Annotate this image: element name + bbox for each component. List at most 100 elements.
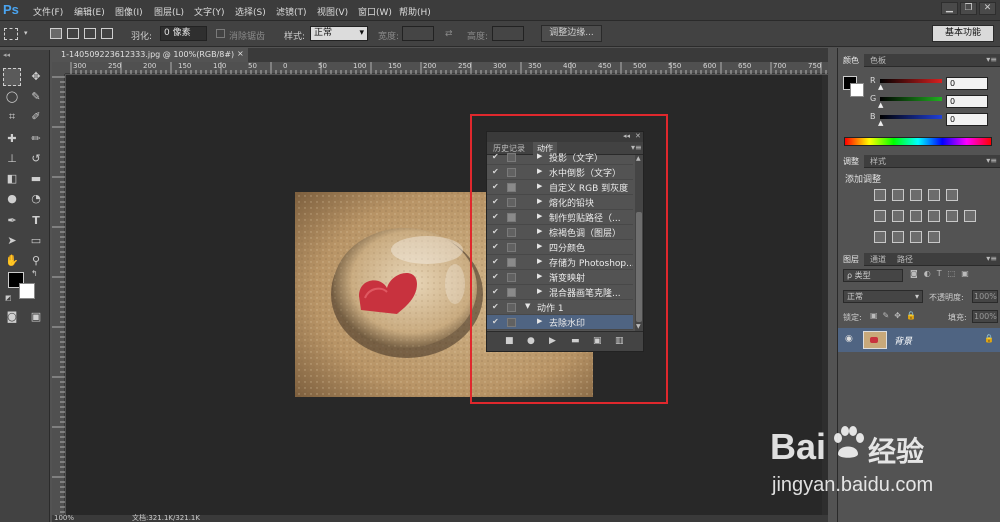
menu-item-0[interactable]: 文件(F) xyxy=(33,5,63,18)
gradient-map-adjustment-icon[interactable] xyxy=(928,231,940,243)
vibrance-adjustment-icon[interactable] xyxy=(946,189,958,201)
tab-close-icon[interactable]: × xyxy=(237,49,244,58)
horizontal-ruler[interactable]: 300 250 200 150 100 50 0 50 100 150 200 250 300 350 40… xyxy=(65,62,828,74)
exposure-adjustment-icon[interactable] xyxy=(928,189,940,201)
vertical-ruler[interactable] xyxy=(52,74,65,518)
panel-tab-0[interactable]: 颜色 xyxy=(838,54,864,67)
panel-tab-2[interactable]: 路径 xyxy=(892,253,918,266)
brightness-adjustment-icon[interactable] xyxy=(874,189,886,201)
antialias-checkbox[interactable] xyxy=(216,29,225,38)
channel-value-input[interactable]: 0 xyxy=(946,113,988,126)
menu-item-8[interactable]: 窗口(W) xyxy=(358,5,392,18)
add-selection-icon[interactable] xyxy=(67,28,79,39)
dodge-tool-icon[interactable]: ◔ xyxy=(27,190,45,208)
curves-adjustment-icon[interactable] xyxy=(910,189,922,201)
background-color-swatch[interactable] xyxy=(19,283,35,299)
eyedropper-icon[interactable]: ✐ xyxy=(27,108,45,126)
menu-item-6[interactable]: 滤镜(T) xyxy=(276,5,307,18)
new-selection-icon[interactable] xyxy=(50,28,62,39)
healing-brush-icon[interactable]: ✚ xyxy=(3,130,21,148)
channel-slider[interactable] xyxy=(880,79,942,83)
width-input[interactable] xyxy=(402,26,434,41)
zoom-tool-icon[interactable]: ⚲ xyxy=(27,252,45,270)
photo-filter-adjustment-icon[interactable] xyxy=(928,210,940,222)
minimize-button[interactable]: ▁ xyxy=(941,2,958,15)
threshold-adjustment-icon[interactable] xyxy=(910,231,922,243)
levels-adjustment-icon[interactable] xyxy=(892,189,904,201)
close-button[interactable]: ✕ xyxy=(979,2,996,15)
posterize-adjustment-icon[interactable] xyxy=(892,231,904,243)
collapse-icon[interactable]: ◂◂ xyxy=(3,51,10,59)
slider-handle-icon[interactable]: ▲ xyxy=(878,119,883,127)
workspace-button[interactable]: 基本功能 xyxy=(932,25,994,42)
panel-tab-0[interactable]: 图层 xyxy=(838,253,864,266)
ruler-origin[interactable] xyxy=(52,62,65,74)
gradient-tool-icon[interactable]: ▬ xyxy=(27,170,45,188)
color-background-swatch[interactable] xyxy=(850,83,864,97)
menu-item-2[interactable]: 图像(I) xyxy=(115,5,143,18)
marquee-preset-icon[interactable] xyxy=(4,28,18,40)
refine-edge-button[interactable]: 调整边缘... xyxy=(541,25,602,42)
blend-mode-select[interactable]: 正常 ▾ xyxy=(843,290,923,303)
slider-handle-icon[interactable]: ▲ xyxy=(878,101,883,109)
menu-item-9[interactable]: 帮助(H) xyxy=(399,5,431,18)
history-brush-icon[interactable]: ↺ xyxy=(27,150,45,168)
layer-filter-icons[interactable]: ◙◐T⬚▣ xyxy=(910,269,975,278)
rectangle-tool-icon[interactable]: ▭ xyxy=(27,232,45,250)
style-select[interactable]: 正常 ▾ xyxy=(310,26,368,41)
intersect-selection-icon[interactable] xyxy=(101,28,113,39)
channel-slider[interactable] xyxy=(880,97,942,101)
quick-mask-icon[interactable]: ◙ xyxy=(3,308,21,326)
type-tool-icon[interactable]: T xyxy=(27,212,45,230)
layer-filter-select[interactable]: ρ 类型 xyxy=(843,269,903,282)
hue-adjustment-icon[interactable] xyxy=(874,210,886,222)
swap-colors-icon[interactable]: ↰ xyxy=(31,269,38,278)
panel-tab-0[interactable]: 调整 xyxy=(838,155,864,168)
lasso-tool-icon[interactable]: ◯ xyxy=(3,88,21,106)
subtract-selection-icon[interactable] xyxy=(84,28,96,39)
marquee-tool-icon[interactable] xyxy=(3,68,21,86)
channel-mixer-adjustment-icon[interactable] xyxy=(946,210,958,222)
crop-tool-icon[interactable]: ⌗ xyxy=(3,108,21,126)
menu-item-4[interactable]: 文字(Y) xyxy=(194,5,225,18)
bw-adjustment-icon[interactable] xyxy=(910,210,922,222)
hand-tool-icon[interactable]: ✋ xyxy=(3,252,21,270)
chevron-down-icon[interactable]: ▾ xyxy=(24,29,28,37)
menu-item-7[interactable]: 视图(V) xyxy=(317,5,348,18)
channel-slider[interactable] xyxy=(880,115,942,119)
document-info[interactable]: 文档:321.1K/321.1K xyxy=(132,515,200,522)
blur-tool-icon[interactable]: ● xyxy=(3,190,21,208)
move-tool-icon[interactable]: ✥ xyxy=(27,68,45,86)
brush-tool-icon[interactable]: ✏ xyxy=(27,130,45,148)
panel-menu-icon[interactable]: ▾≡ xyxy=(986,254,997,263)
opacity-input[interactable]: 100% xyxy=(972,290,998,303)
feather-input[interactable]: 0 像素 xyxy=(160,26,207,41)
panel-tab-1[interactable]: 通道 xyxy=(865,253,891,266)
panel-menu-icon[interactable]: ▾≡ xyxy=(986,156,997,165)
color-balance-adjustment-icon[interactable] xyxy=(892,210,904,222)
document-tab[interactable]: 1-140509223612333.jpg @ 100%(RGB/8#) × xyxy=(52,48,248,62)
panel-tab-1[interactable]: 色板 xyxy=(865,54,891,67)
invert-adjustment-icon[interactable] xyxy=(874,231,886,243)
channel-value-input[interactable]: 0 xyxy=(946,95,988,108)
slider-handle-icon[interactable]: ▲ xyxy=(878,83,883,91)
menu-item-3[interactable]: 图层(L) xyxy=(154,5,184,18)
pen-tool-icon[interactable]: ✒ xyxy=(3,212,21,230)
magic-wand-icon[interactable]: ✎ xyxy=(27,88,45,106)
menu-item-1[interactable]: 编辑(E) xyxy=(74,5,105,18)
zoom-level[interactable]: 100% xyxy=(54,515,74,522)
panel-tab-1[interactable]: 样式 xyxy=(865,155,891,168)
clone-stamp-icon[interactable]: ⊥ xyxy=(3,150,21,168)
color-spectrum[interactable] xyxy=(844,137,992,146)
lock-icons[interactable]: ▣✎✥🔒 xyxy=(870,311,921,320)
screen-mode-icon[interactable]: ▣ xyxy=(27,308,45,326)
panel-menu-icon[interactable]: ▾≡ xyxy=(986,55,997,64)
eye-icon[interactable]: ◉ xyxy=(845,334,853,344)
color-lookup-adjustment-icon[interactable] xyxy=(964,210,976,222)
height-input[interactable] xyxy=(492,26,524,41)
path-selection-icon[interactable]: ➤ xyxy=(3,232,21,250)
eraser-icon[interactable]: ◧ xyxy=(3,170,21,188)
channel-value-input[interactable]: 0 xyxy=(946,77,988,90)
restore-button[interactable]: ❐ xyxy=(960,2,977,15)
layer-row-background[interactable]: ◉ 背景 🔒 xyxy=(838,328,1000,352)
